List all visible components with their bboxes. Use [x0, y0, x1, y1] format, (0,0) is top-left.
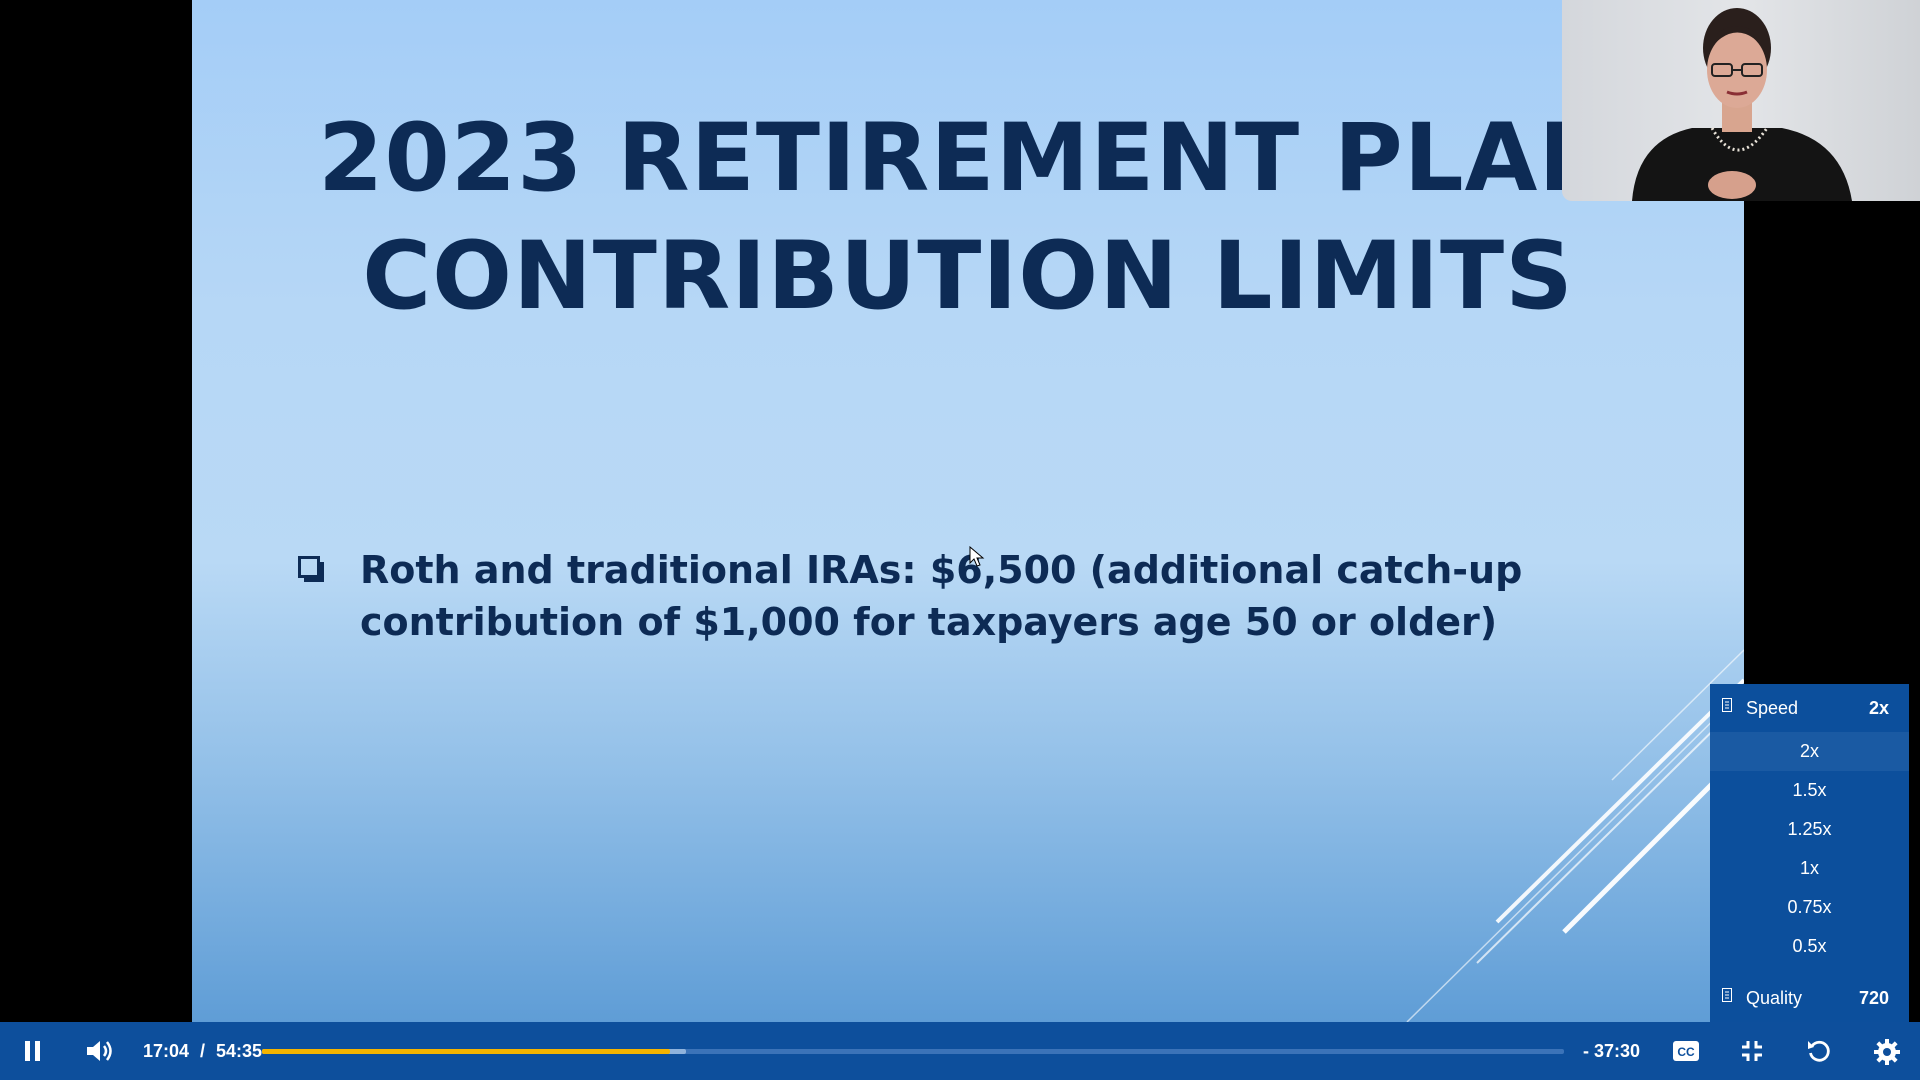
remaining-time: - 37:30	[1583, 1041, 1641, 1061]
speed-option-0-5x[interactable]: 0.5x	[1710, 927, 1909, 966]
decorative-lines	[1406, 649, 1744, 1022]
closed-captions-icon[interactable]: CC	[1672, 1039, 1700, 1063]
exit-fullscreen-icon[interactable]	[1740, 1039, 1764, 1063]
volume-icon[interactable]	[85, 1038, 115, 1064]
speed-value: 2x	[1868, 698, 1889, 718]
duration: 54:35	[216, 1041, 263, 1061]
current-time: 17:04	[143, 1041, 190, 1061]
speed-option-1-5x[interactable]: 1.5x	[1710, 771, 1909, 810]
speed-menu-header[interactable]: Speed 2x	[1710, 684, 1909, 730]
svg-text:CC: CC	[1677, 1045, 1695, 1059]
menu-item-icon	[1722, 698, 1732, 712]
speed-label: Speed	[1746, 698, 1799, 718]
presenter-webcam-overlay	[1562, 0, 1920, 201]
speed-option-2x[interactable]: 2x	[1710, 732, 1909, 771]
pause-icon[interactable]	[22, 1039, 44, 1063]
quality-value: 720	[1858, 988, 1889, 1008]
video-area[interactable]: 2023 RETIREMENT PLAN CONTRIBUTION LIMITS…	[0, 0, 1920, 1022]
quality-label: Quality	[1746, 988, 1803, 1008]
presentation-slide: 2023 RETIREMENT PLAN CONTRIBUTION LIMITS…	[192, 0, 1744, 1022]
time-separator: /	[200, 1041, 206, 1061]
video-control-bar: 17:04 / 54:35 - 37:30 CC	[0, 1022, 1920, 1080]
settings-menu: Speed 2x 2x 1.5x 1.25x 1x 0.75x 0.5x Qua…	[1710, 684, 1909, 1022]
progress-bar[interactable]	[262, 1049, 1564, 1054]
quality-menu-header[interactable]: Quality 720	[1710, 974, 1909, 1020]
presenter-figure-icon	[1632, 8, 1852, 201]
replay-icon[interactable]	[1806, 1038, 1832, 1064]
mouse-cursor-icon	[969, 546, 985, 567]
speed-option-1-25x[interactable]: 1.25x	[1710, 810, 1909, 849]
gear-icon[interactable]	[1873, 1038, 1901, 1066]
speed-option-1x[interactable]: 1x	[1710, 849, 1909, 888]
menu-item-icon	[1722, 988, 1732, 1002]
speed-option-0-75x[interactable]: 0.75x	[1710, 888, 1909, 927]
progress-played	[262, 1049, 670, 1054]
